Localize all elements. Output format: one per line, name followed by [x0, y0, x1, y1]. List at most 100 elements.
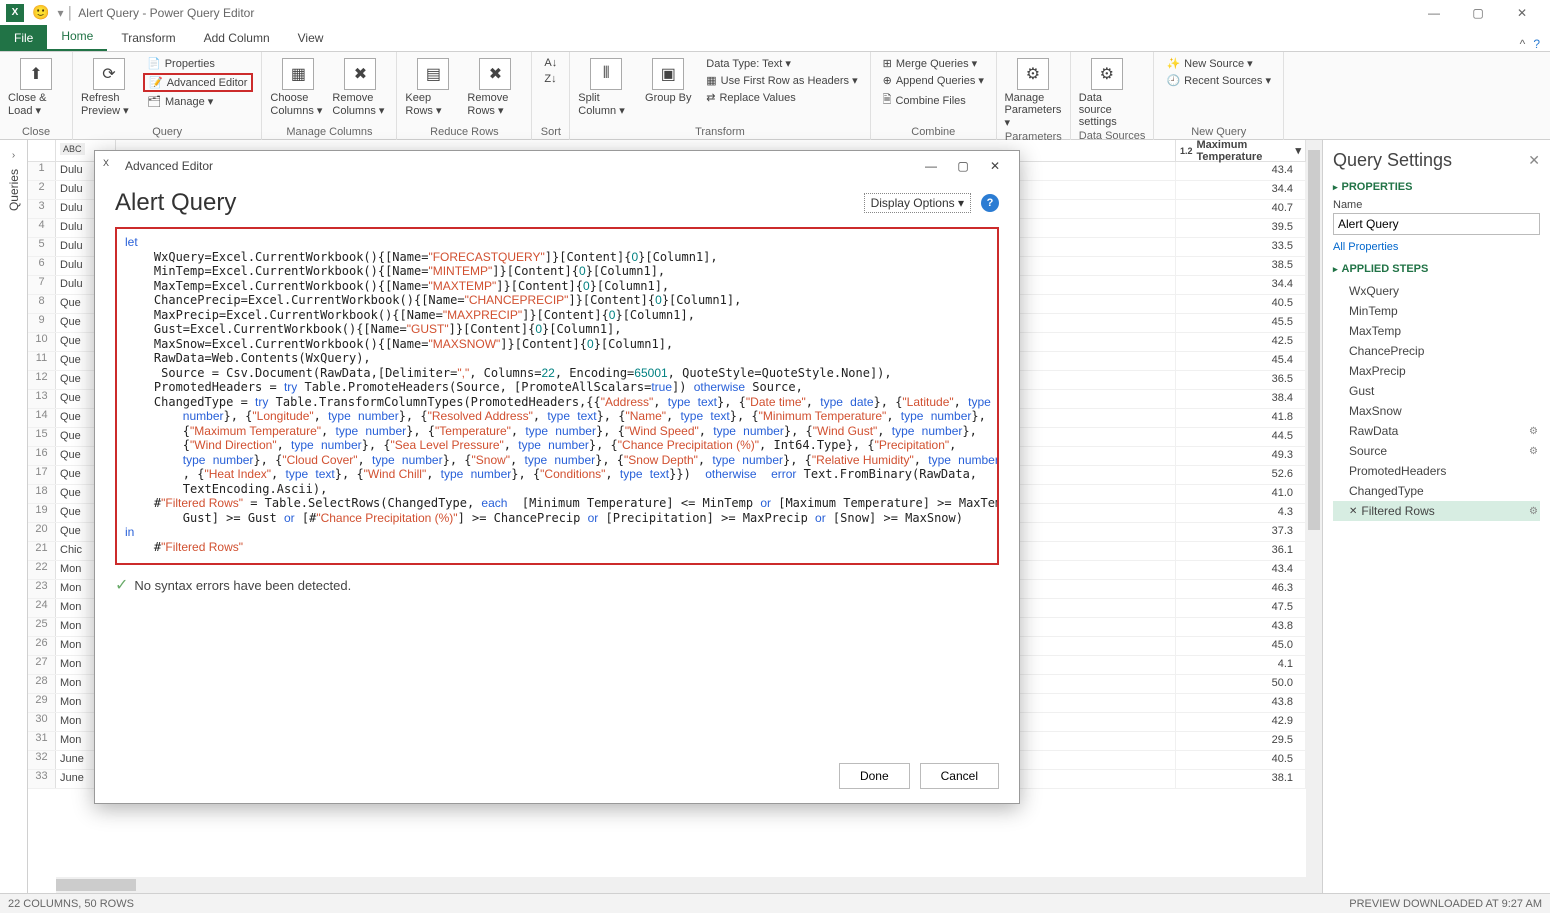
tab-transform[interactable]: Transform [107, 25, 189, 51]
applied-step[interactable]: ChancePrecip [1333, 341, 1540, 361]
first-row-headers-button[interactable]: ▦Use First Row as Headers ▾ [702, 73, 861, 88]
cell-max-temp: 36.5 [1176, 371, 1306, 389]
tab-file[interactable]: File [0, 25, 47, 51]
applied-step[interactable]: MinTemp [1333, 301, 1540, 321]
qat-dropdown[interactable]: ▾ │ [57, 6, 74, 20]
gear-icon[interactable]: ⚙ [1529, 506, 1538, 517]
tab-view[interactable]: View [284, 25, 338, 51]
row-number: 20 [28, 523, 56, 541]
cell-max-temp: 38.5 [1176, 257, 1306, 275]
query-settings-pane: Query Settings✕ PROPERTIES Name All Prop… [1322, 140, 1550, 893]
choose-columns-button[interactable]: ▦Choose Columns ▾ [270, 56, 326, 117]
ribbon-collapse-icon[interactable]: ^ [1520, 37, 1526, 51]
remove-rows-button[interactable]: ✖Remove Rows ▾ [467, 56, 523, 117]
m-code-editor[interactable]: let WxQuery=Excel.CurrentWorkbook(){[Nam… [115, 227, 999, 565]
cell-max-temp: 44.5 [1176, 428, 1306, 446]
applied-steps-section[interactable]: APPLIED STEPS [1333, 263, 1540, 275]
row-number: 23 [28, 580, 56, 598]
column-max-temp[interactable]: 1.2Maximum Temperature▾ [1176, 140, 1306, 161]
applied-step[interactable]: MaxPrecip [1333, 361, 1540, 381]
close-load-button[interactable]: ⬆Close & Load ▾ [8, 56, 64, 117]
applied-step[interactable]: ChangedType [1333, 481, 1540, 501]
applied-step[interactable]: MaxSnow [1333, 401, 1540, 421]
dialog-heading: Alert Query [115, 189, 236, 217]
row-number: 15 [28, 428, 56, 446]
row-number: 27 [28, 656, 56, 674]
check-icon: ✓ [115, 575, 128, 595]
cell-max-temp: 43.4 [1176, 162, 1306, 180]
row-number: 16 [28, 447, 56, 465]
append-queries-button[interactable]: ⊕Append Queries ▾ [879, 73, 988, 88]
applied-step[interactable]: Source⚙ [1333, 441, 1540, 461]
sort-asc-button[interactable]: A↓ [540, 56, 561, 70]
expand-queries-icon[interactable]: › [12, 150, 15, 161]
gear-icon[interactable]: ⚙ [1529, 446, 1538, 457]
display-options-dropdown[interactable]: Display Options ▾ [864, 193, 971, 213]
recent-sources-button[interactable]: 🕘Recent Sources ▾ [1162, 73, 1275, 88]
data-source-settings-button[interactable]: ⚙Data source settings [1079, 56, 1135, 128]
dlg-close-button[interactable]: ✕ [979, 159, 1011, 173]
minimize-button[interactable]: — [1412, 0, 1456, 26]
group-manage-columns: Manage Columns [270, 124, 388, 140]
manage-icon: 🗂 [147, 95, 161, 108]
done-button[interactable]: Done [839, 763, 910, 789]
row-number: 6 [28, 257, 56, 275]
applied-step[interactable]: WxQuery [1333, 281, 1540, 301]
syntax-status: No syntax errors have been detected. [134, 578, 351, 593]
cell-max-temp: 40.5 [1176, 295, 1306, 313]
sort-desc-button[interactable]: Z↓ [540, 72, 561, 86]
remove-columns-button[interactable]: ✖Remove Columns ▾ [332, 56, 388, 117]
applied-step[interactable]: Gust [1333, 381, 1540, 401]
cell-max-temp: 47.5 [1176, 599, 1306, 617]
tab-home[interactable]: Home [47, 23, 107, 51]
delete-step-icon[interactable]: ✕ [1349, 506, 1357, 517]
group-by-button[interactable]: ▣Group By [640, 56, 696, 104]
split-column-button[interactable]: ⫴Split Column ▾ [578, 56, 634, 117]
keep-rows-button[interactable]: ▤Keep Rows ▾ [405, 56, 461, 117]
properties-button[interactable]: 📄Properties [143, 56, 253, 71]
applied-step[interactable]: ✕Filtered Rows⚙ [1333, 501, 1540, 521]
row-number: 5 [28, 238, 56, 256]
new-source-button[interactable]: ✨New Source ▾ [1162, 56, 1275, 71]
refresh-preview-button[interactable]: ⟳Refresh Preview ▾ [81, 56, 137, 117]
tab-add-column[interactable]: Add Column [190, 25, 284, 51]
close-settings-icon[interactable]: ✕ [1528, 152, 1540, 169]
query-name-input[interactable] [1333, 213, 1540, 235]
cell-max-temp: 41.8 [1176, 409, 1306, 427]
applied-step[interactable]: PromotedHeaders [1333, 461, 1540, 481]
all-properties-link[interactable]: All Properties [1333, 241, 1540, 253]
close-load-icon: ⬆ [20, 58, 52, 90]
manage-parameters-button[interactable]: ⚙Manage Parameters ▾ [1005, 56, 1061, 129]
cancel-button[interactable]: Cancel [920, 763, 999, 789]
applied-step[interactable]: RawData⚙ [1333, 421, 1540, 441]
cell-max-temp: 43.8 [1176, 618, 1306, 636]
properties-section[interactable]: PROPERTIES [1333, 181, 1540, 193]
applied-step[interactable]: MaxTemp [1333, 321, 1540, 341]
group-by-icon: ▣ [652, 58, 684, 90]
dlg-maximize-button[interactable]: ▢ [947, 159, 979, 173]
close-button[interactable]: ✕ [1500, 0, 1544, 26]
dlg-minimize-button[interactable]: — [915, 159, 947, 173]
row-number: 9 [28, 314, 56, 332]
horizontal-scrollbar[interactable] [56, 877, 1322, 893]
data-type-dropdown[interactable]: Data Type: Text ▾ [702, 56, 861, 71]
dialog-help-icon[interactable]: ? [981, 194, 999, 212]
row-number: 22 [28, 561, 56, 579]
cell-max-temp: 34.4 [1176, 181, 1306, 199]
manage-button[interactable]: 🗂Manage ▾ [143, 94, 253, 109]
cell-max-temp: 42.9 [1176, 713, 1306, 731]
help-icon[interactable]: ? [1533, 37, 1540, 51]
gear-icon[interactable]: ⚙ [1529, 426, 1538, 437]
queries-pane-collapsed[interactable]: › Queries [0, 140, 28, 893]
advanced-editor-button[interactable]: 📝Advanced Editor [143, 73, 253, 92]
vertical-scrollbar[interactable] [1306, 140, 1322, 893]
excel-icon: X [103, 158, 119, 174]
cell-max-temp: 49.3 [1176, 447, 1306, 465]
maximize-button[interactable]: ▢ [1456, 0, 1500, 26]
group-query: Query [81, 124, 253, 140]
merge-queries-button[interactable]: ⊞Merge Queries ▾ [879, 56, 988, 71]
combine-files-button[interactable]: 🗎Combine Files [879, 90, 988, 111]
replace-values-button[interactable]: ⇄Replace Values [702, 90, 861, 105]
row-number: 21 [28, 542, 56, 560]
cell-max-temp: 36.1 [1176, 542, 1306, 560]
